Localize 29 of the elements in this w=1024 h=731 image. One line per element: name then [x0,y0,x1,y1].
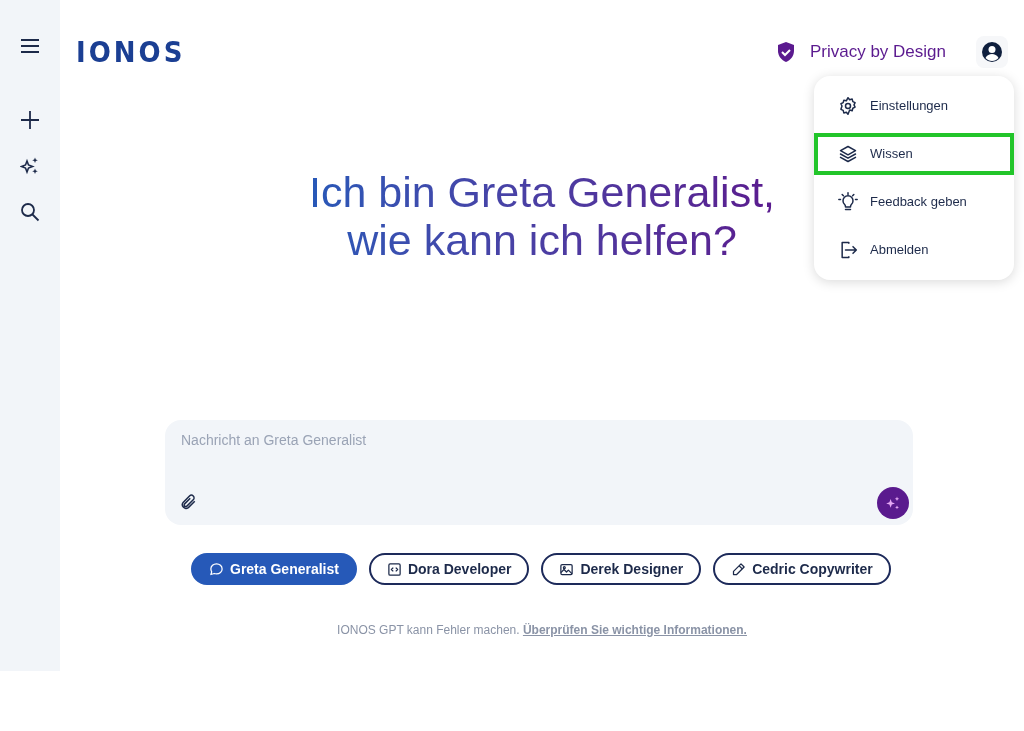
image-icon [559,561,575,577]
sparkles-icon [885,495,901,511]
message-field[interactable]: Nachricht an Greta Generalist [181,430,781,451]
disclaimer: IONOS GPT kann Fehler machen. Überprüfen Sie wichtige Informationen. [336,622,748,639]
persona-button[interactable]: Derek Designer [541,553,702,585]
plus-icon[interactable] [20,110,40,130]
menu-item[interactable]: Wissen [814,133,1014,175]
gear-icon [838,96,858,116]
logo: IONOS [76,33,186,70]
layers-icon [838,144,858,164]
privacy-link[interactable]: Privacy by Design [809,39,946,65]
menu-item[interactable]: Einstellungen [814,85,1014,127]
menu-item[interactable]: Abmelden [814,229,1014,271]
search-icon[interactable] [20,202,40,222]
persona-button[interactable]: Cedric Copywriter [713,553,891,585]
code-icon [386,561,402,577]
persona-button[interactable]: Dora Developer [368,553,530,585]
pencil-icon [731,561,747,577]
sparkles-icon[interactable] [20,156,40,176]
persona-button[interactable]: Greta Generalist [191,553,357,585]
paperclip-icon[interactable] [179,493,197,511]
logout-icon [838,240,858,260]
shield-icon [775,41,796,63]
chat-icon [209,561,224,577]
account-button[interactable] [976,36,1008,68]
menu-icon[interactable] [20,38,40,54]
lightbulb-icon [838,192,858,212]
menu-item[interactable]: Feedback geben [814,181,1014,223]
send-button[interactable] [877,487,909,519]
